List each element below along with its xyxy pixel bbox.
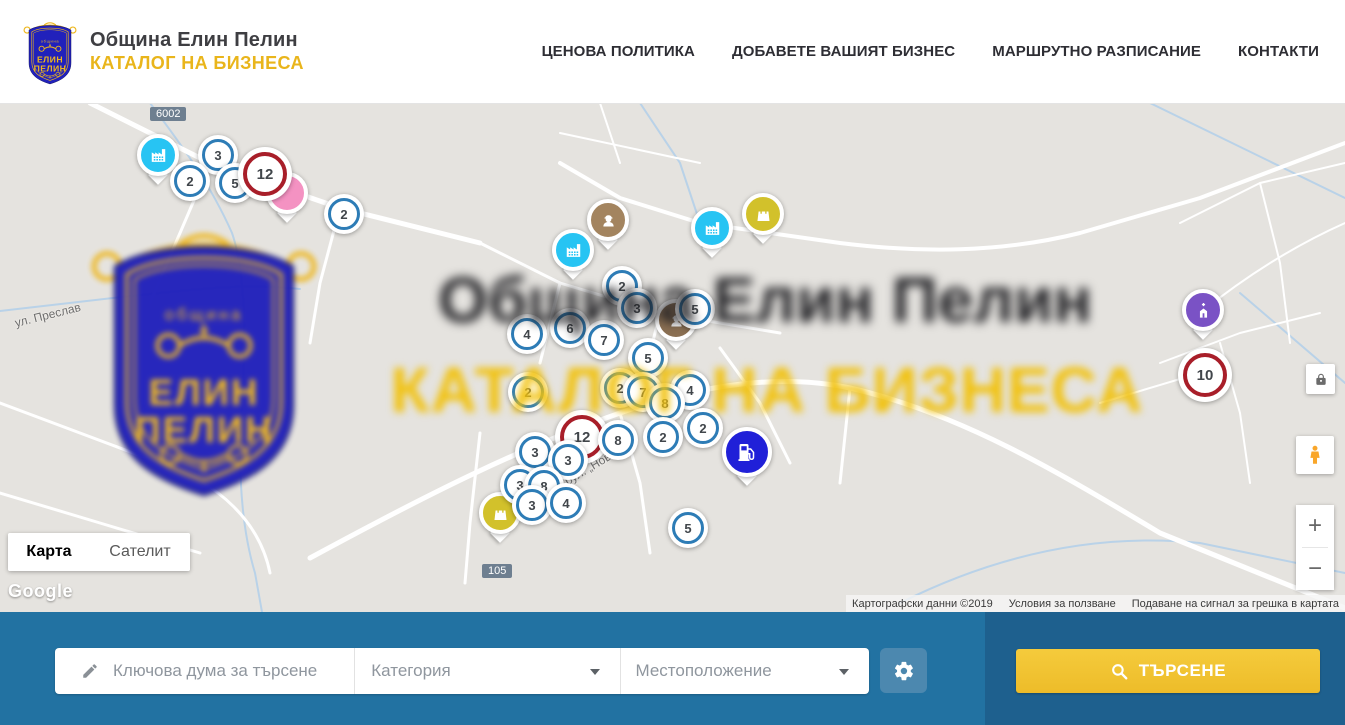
google-map[interactable]: 6002 105 ул. Преслав бул. „Новосел 32512…	[0, 103, 1345, 612]
brand-text: Община Елин Пелин КАТАЛОГ НА БИЗНЕСА	[90, 28, 304, 75]
cluster-marker[interactable]: 2	[643, 417, 683, 457]
category-select[interactable]: Категория	[354, 648, 620, 694]
location-select[interactable]: Местоположение	[620, 648, 869, 694]
nav-item-route-schedule[interactable]: МАРШРУТНО РАЗПИСАНИЕ	[992, 43, 1201, 60]
cluster-marker[interactable]: 5	[668, 508, 708, 548]
markers-layer: 32512223564752274821282333834510	[0, 103, 1345, 612]
municipality-logo	[22, 17, 78, 87]
nav-item-pricing[interactable]: ЦЕНОВА ПОЛИТИКА	[542, 43, 695, 60]
nav-item-contacts[interactable]: КОНТАКТИ	[1238, 43, 1319, 60]
fuel-marker[interactable]	[722, 427, 772, 477]
nav-item-add-business[interactable]: ДОБАВЕТЕ ВАШИЯТ БИЗНЕС	[732, 43, 955, 60]
chevron-down-icon	[839, 669, 849, 675]
header: Община Елин Пелин КАТАЛОГ НА БИЗНЕСА ЦЕН…	[0, 0, 1345, 104]
map-data-credit: Картографски данни ©2019	[852, 598, 993, 610]
cluster-marker[interactable]: 2	[683, 408, 723, 448]
main-nav: ЦЕНОВА ПОЛИТИКА ДОБАВЕТЕ ВАШИЯТ БИЗНЕС М…	[542, 43, 1319, 60]
factory-marker[interactable]	[691, 207, 733, 249]
brand[interactable]: Община Елин Пелин КАТАЛОГ НА БИЗНЕСА	[22, 17, 304, 87]
lock-control[interactable]	[1306, 364, 1335, 394]
bag-marker[interactable]	[742, 193, 784, 235]
map-type-control: Карта Сателит	[8, 533, 190, 571]
search-button[interactable]: ТЪРСЕНЕ	[1016, 649, 1320, 693]
search-fields: Категория Местоположение	[55, 648, 869, 694]
street-view-pegman[interactable]	[1296, 436, 1334, 474]
search-bar: Категория Местоположение ТЪРСЕНЕ	[0, 612, 1345, 725]
lock-icon	[1314, 372, 1328, 386]
page: община ЕЛИН ПЕЛИН Община Елин Пелин КАТА…	[0, 0, 1345, 725]
search-button-label: ТЪРСЕНЕ	[1139, 661, 1227, 681]
google-logo[interactable]: Google	[8, 581, 73, 602]
cluster-marker[interactable]: 4	[507, 314, 547, 354]
zoom-control: + −	[1296, 505, 1334, 590]
cluster-marker[interactable]: 8	[598, 420, 638, 460]
cluster-marker[interactable]: 2	[508, 372, 548, 412]
cluster-marker[interactable]: 2	[170, 161, 210, 201]
pegman-icon	[1304, 443, 1326, 467]
cluster-marker[interactable]: 3	[617, 288, 657, 328]
site-subtitle: КАТАЛОГ НА БИЗНЕСА	[90, 53, 304, 75]
worker-marker[interactable]	[587, 199, 629, 241]
map-type-satellite-button[interactable]: Сателит	[90, 533, 190, 571]
church-marker[interactable]	[1182, 289, 1224, 331]
terms-link[interactable]: Условия за ползване	[1009, 598, 1116, 610]
cluster-marker[interactable]: 4	[546, 483, 586, 523]
location-select-label: Местоположение	[635, 661, 771, 681]
site-title: Община Елин Пелин	[90, 28, 304, 53]
cluster-marker[interactable]: 12	[238, 147, 292, 201]
keyword-field[interactable]	[55, 648, 354, 694]
map-attribution: Картографски данни ©2019 Условия за полз…	[846, 595, 1345, 612]
category-select-label: Категория	[371, 661, 450, 681]
chevron-down-icon	[590, 669, 600, 675]
map-type-map-button[interactable]: Карта	[8, 533, 90, 571]
pencil-icon	[81, 662, 99, 680]
cluster-marker[interactable]: 7	[584, 320, 624, 360]
cluster-marker[interactable]: 2	[324, 194, 364, 234]
advanced-options-button[interactable]	[880, 648, 927, 693]
zoom-in-button[interactable]: +	[1296, 505, 1334, 547]
keyword-input[interactable]	[111, 660, 354, 682]
search-icon	[1110, 662, 1129, 681]
zoom-out-button[interactable]: −	[1296, 548, 1334, 590]
cluster-marker[interactable]: 10	[1178, 348, 1232, 402]
cluster-marker[interactable]: 5	[675, 289, 715, 329]
report-error-link[interactable]: Подаване на сигнал за грешка в картата	[1132, 598, 1339, 610]
gear-icon	[893, 660, 915, 682]
